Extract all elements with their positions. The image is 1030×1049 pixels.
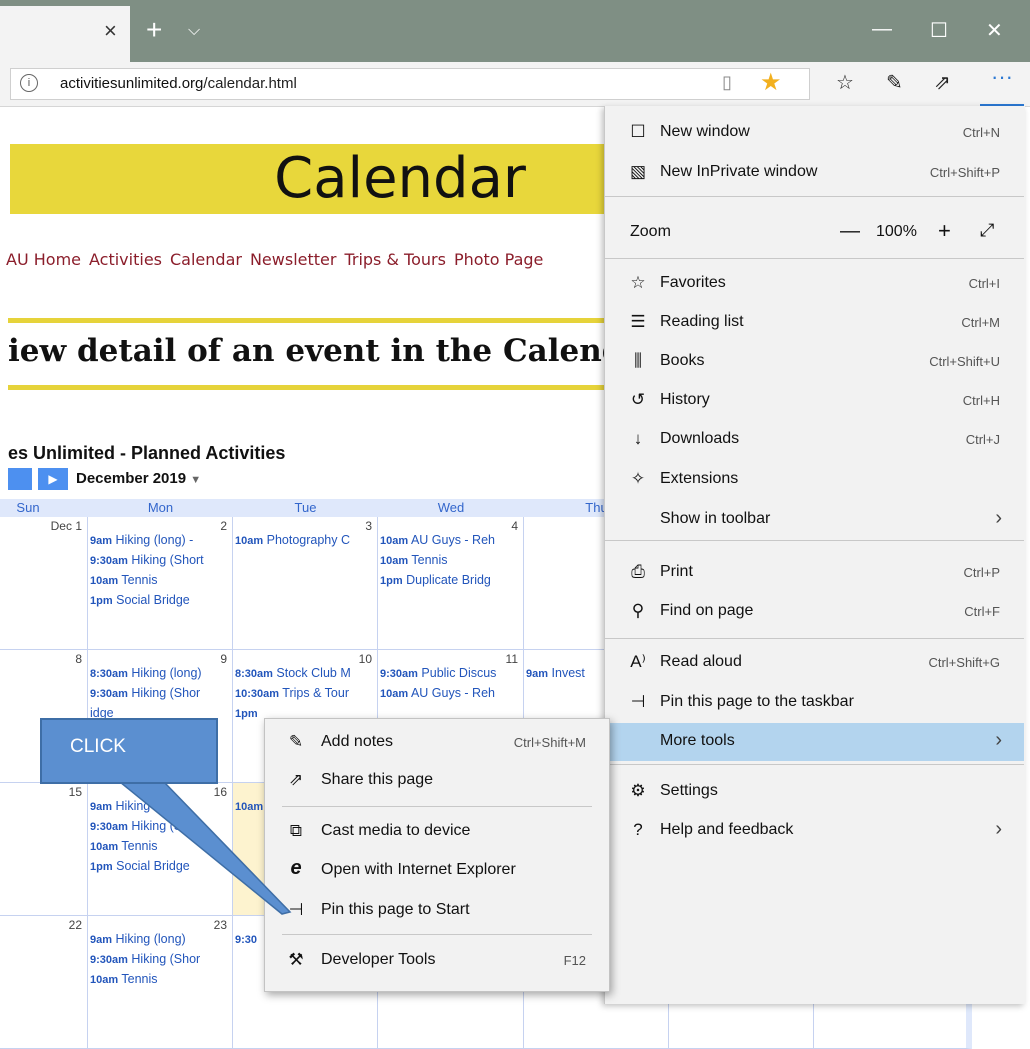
callout-arrow bbox=[117, 781, 292, 915]
callout-label: CLICK bbox=[70, 736, 126, 757]
